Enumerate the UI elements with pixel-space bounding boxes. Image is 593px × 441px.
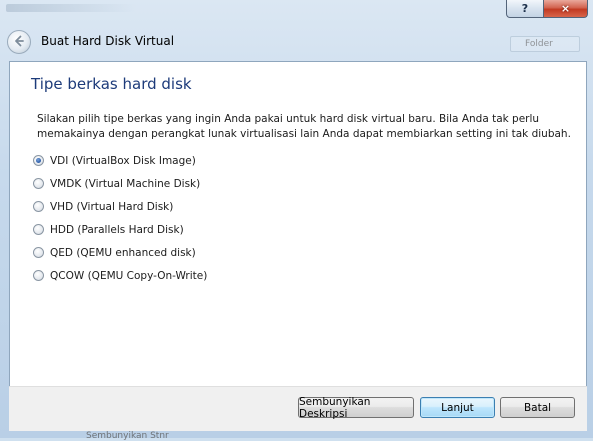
option-qed[interactable]: QED (QEMU enhanced disk) — [33, 241, 207, 264]
background-folder-button: Folder — [510, 36, 580, 52]
radio-selected-icon[interactable] — [33, 155, 44, 166]
option-vmdk[interactable]: VMDK (Virtual Machine Disk) — [33, 172, 207, 195]
back-button[interactable] — [7, 30, 31, 54]
background-window-text: Sembunyikan Stnr — [86, 431, 169, 441]
window-frame: ? × Buat Hard Disk Virtual Folder Tipe b… — [0, 0, 593, 441]
option-label: VDI (VirtualBox Disk Image) — [50, 154, 196, 167]
close-button[interactable]: × — [544, 0, 588, 18]
next-button[interactable]: Lanjut — [420, 397, 495, 418]
wizard-page: Tipe berkas hard disk Silakan pilih tipe… — [9, 61, 587, 387]
radio-icon[interactable] — [33, 247, 44, 258]
option-hdd[interactable]: HDD (Parallels Hard Disk) — [33, 218, 207, 241]
radio-icon[interactable] — [33, 270, 44, 281]
option-qcow[interactable]: QCOW (QEMU Copy-On-Write) — [33, 264, 207, 287]
option-vhd[interactable]: VHD (Virtual Hard Disk) — [33, 195, 207, 218]
radio-icon[interactable] — [33, 178, 44, 189]
caption-buttons: ? × — [506, 0, 588, 18]
page-description: Silakan pilih tipe berkas yang ingin And… — [37, 113, 571, 140]
back-arrow-icon — [12, 34, 26, 51]
option-label: HDD (Parallels Hard Disk) — [50, 223, 184, 236]
radio-icon[interactable] — [33, 201, 44, 212]
option-vdi[interactable]: VDI (VirtualBox Disk Image) — [33, 149, 207, 172]
cancel-button[interactable]: Batal — [500, 397, 575, 418]
button-bar: Sembunyikan Deskripsi Lanjut Batal — [9, 386, 587, 431]
option-label: QCOW (QEMU Copy-On-Write) — [50, 269, 208, 282]
hide-description-button[interactable]: Sembunyikan Deskripsi — [298, 396, 414, 420]
background-window-ghost — [6, 4, 136, 12]
help-button[interactable]: ? — [506, 0, 544, 18]
page-title: Tipe berkas hard disk — [31, 75, 192, 93]
option-label: VMDK (Virtual Machine Disk) — [50, 177, 201, 190]
file-type-options: VDI (VirtualBox Disk Image) VMDK (Virtua… — [33, 149, 207, 287]
option-label: QED (QEMU enhanced disk) — [50, 246, 196, 259]
dialog-title: Buat Hard Disk Virtual — [41, 34, 175, 48]
radio-icon[interactable] — [33, 224, 44, 235]
option-label: VHD (Virtual Hard Disk) — [50, 200, 174, 213]
